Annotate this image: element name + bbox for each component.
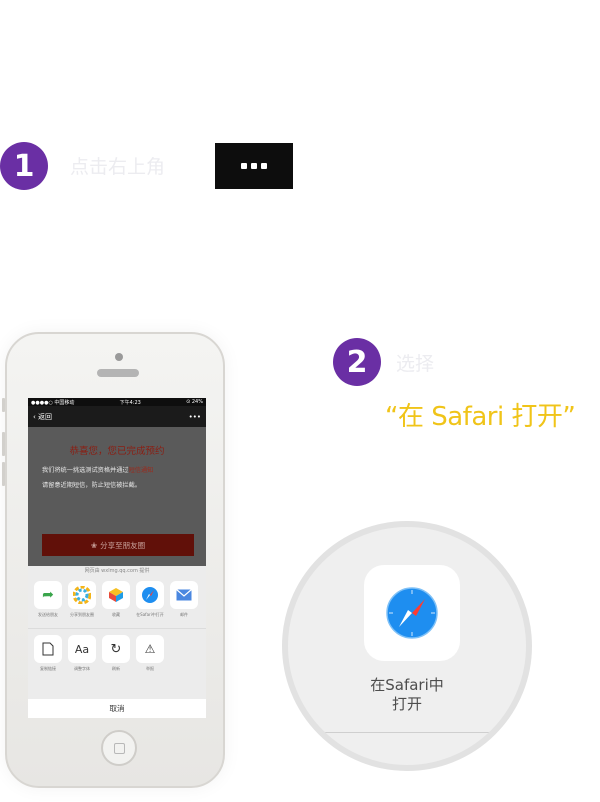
sheet-item-font-size[interactable]: Aa 调整字体 <box>68 635 96 676</box>
sheet-item-label: 刷新 <box>112 666 120 671</box>
sheet-source: 网页由 wxlmg.qq.com 提供 <box>84 568 150 574</box>
moments-icon <box>68 581 96 609</box>
step-2-caption: 选择 <box>396 353 435 375</box>
back-button[interactable]: ‹ 返回 <box>33 412 52 422</box>
step-1-badge: 1 <box>0 142 48 190</box>
wechat-nav-bar: ‹ 返回 ••• <box>28 406 206 427</box>
share-sheet: 网页由 wxlmg.qq.com 提供 ➦ 发送给朋友 分享到朋友圈 收藏 在S… <box>28 566 206 718</box>
sheet-item-label: 邮件 <box>180 612 188 617</box>
front-camera <box>115 353 123 361</box>
sheet-item-send-to-friend[interactable]: ➦ 发送给朋友 <box>34 581 62 622</box>
send-to-friend-icon: ➦ <box>34 581 62 609</box>
label-line-2: 打开 <box>391 695 422 713</box>
status-bar: ●●●●○ 中国移动 下午4:23 ⊙ 24% <box>28 398 206 406</box>
sheet-item-report[interactable]: ⚠ 举报 <box>136 635 164 676</box>
sheet-item-label: 在Safari中打开 <box>136 612 164 617</box>
paragraph-highlight: 短信通知 <box>128 467 154 474</box>
sheet-item-label: 分享到朋友圈 <box>70 612 94 617</box>
back-label: 返回 <box>38 412 53 421</box>
more-options-icon <box>215 143 293 189</box>
sheet-item-label: 复制链接 <box>40 666 56 671</box>
page-paragraph-1: 我们将统一挑选测试资格并通过短信通知 <box>42 465 192 474</box>
safari-icon <box>136 581 164 609</box>
sheet-item-label: 举报 <box>146 666 154 671</box>
font-size-icon: Aa <box>68 635 96 663</box>
home-button <box>101 730 137 766</box>
label-line-1: 在Safari中 <box>370 676 444 694</box>
action-row: 复制链接 Aa 调整字体 ↻ 刷新 ⚠ 举报 <box>28 628 206 676</box>
nav-more-button[interactable]: ••• <box>189 413 201 421</box>
sheet-item-label: 调整字体 <box>74 666 90 671</box>
sheet-item-label: 收藏 <box>112 612 120 617</box>
time-label: 下午4:23 <box>119 399 141 406</box>
phone-screen: ●●●●○ 中国移动 下午4:23 ⊙ 24% ‹ 返回 ••• 恭喜您，您已完… <box>28 398 206 718</box>
page-title: 恭喜您，您已完成预约 <box>69 446 165 457</box>
safari-icon <box>364 565 460 661</box>
page-paragraph-2: 请留意近期短信，防止短信被拦截。 <box>42 482 141 489</box>
open-in-safari-quote: “在 Safari 打开” <box>385 402 576 432</box>
sheet-item-mail[interactable]: 邮件 <box>170 581 198 622</box>
share-to-moments-button[interactable]: ❀ 分享至朋友圈 <box>42 534 194 556</box>
zoom-detail-circle: 在Safari中 打开 <box>282 521 532 771</box>
favorites-icon <box>102 581 130 609</box>
mail-icon <box>170 581 198 609</box>
carrier-label: ●●●●○ 中国移动 <box>31 399 75 406</box>
open-in-safari-label: 在Safari中 打开 <box>288 676 526 714</box>
sheet-item-moments[interactable]: 分享到朋友圈 <box>68 581 96 622</box>
sheet-item-copy-link[interactable]: 复制链接 <box>34 635 62 676</box>
share-button-label: 分享至朋友圈 <box>100 540 146 550</box>
earpiece-speaker <box>97 369 139 377</box>
sheet-item-label: 发送给朋友 <box>38 612 58 617</box>
cancel-button[interactable]: 取消 <box>28 699 206 718</box>
webpage-content: 恭喜您，您已完成预约 我们将统一挑选测试资格并通过短信通知 请留意近期短信，防止… <box>28 427 206 566</box>
refresh-icon: ↻ <box>102 635 130 663</box>
paragraph-text: 我们将统一挑选测试资格并通过 <box>42 467 129 474</box>
share-row: ➦ 发送给朋友 分享到朋友圈 收藏 在Safari中打开 邮件 <box>28 581 206 622</box>
copy-link-icon <box>34 635 62 663</box>
moments-icon: ❀ <box>90 540 98 550</box>
battery-label: ⊙ 24% <box>186 399 203 405</box>
phone-mockup: ●●●●○ 中国移动 下午4:23 ⊙ 24% ‹ 返回 ••• 恭喜您，您已完… <box>2 332 225 788</box>
sheet-item-favorites[interactable]: 收藏 <box>102 581 130 622</box>
report-icon: ⚠ <box>136 635 164 663</box>
step-2-badge: 2 <box>333 338 381 386</box>
divider <box>288 732 526 733</box>
sheet-item-refresh[interactable]: ↻ 刷新 <box>102 635 130 676</box>
step-1-caption: 点击右上角 <box>70 156 166 178</box>
sheet-item-open-in-safari[interactable]: 在Safari中打开 <box>136 581 164 622</box>
